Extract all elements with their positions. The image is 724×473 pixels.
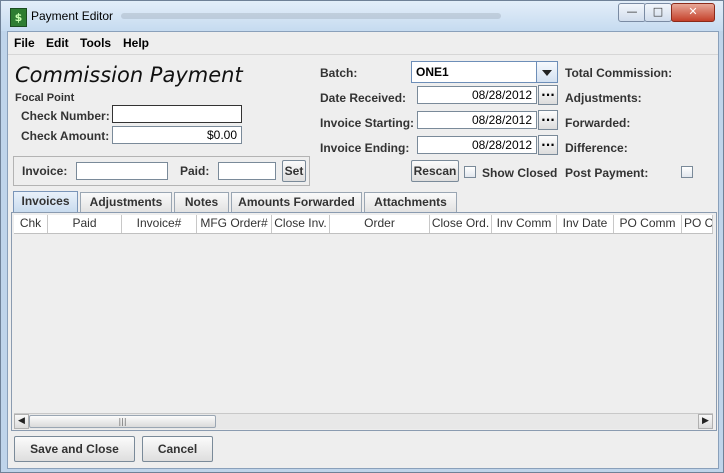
batch-label: Batch:: [320, 66, 358, 80]
post-payment-label: Post Payment:: [565, 166, 649, 180]
check-amount-label: Check Amount:: [21, 129, 110, 143]
set-button[interactable]: Set: [282, 160, 306, 182]
column-header-inv-date[interactable]: Inv Date: [557, 215, 614, 233]
batch-value: ONE1: [416, 65, 449, 79]
scroll-right-icon[interactable]: ▶: [698, 414, 713, 429]
forwarded-label: Forwarded:: [565, 116, 631, 130]
tab-amounts-forwarded[interactable]: Amounts Forwarded: [231, 192, 362, 212]
invoice-starting-picker-button[interactable]: ...: [538, 110, 558, 130]
show-closed-label: Show Closed: [482, 166, 558, 180]
payment-editor-window: $ Payment Editor — □ ✕ File Edit Tools H…: [0, 0, 724, 473]
tab-attachments[interactable]: Attachments: [364, 192, 457, 212]
maximize-button[interactable]: □: [644, 3, 672, 22]
customer-name: Focal Point: [15, 92, 75, 104]
horizontal-scrollbar[interactable]: ◀ ||| ▶: [14, 413, 713, 429]
menu-file[interactable]: File: [14, 36, 35, 50]
title-bar[interactable]: $ Payment Editor — □ ✕: [1, 1, 723, 31]
paid-label: Paid:: [180, 164, 210, 178]
menu-tools[interactable]: Tools: [80, 36, 111, 50]
tab-notes[interactable]: Notes: [174, 192, 229, 212]
column-header-inv-comm[interactable]: Inv Comm: [492, 215, 557, 233]
tab-strip: Invoices Adjustments Notes Amounts Forwa…: [11, 191, 715, 213]
column-header-close-inv[interactable]: Close Inv.: [272, 215, 330, 233]
column-header-po-co[interactable]: PO Co: [682, 215, 713, 233]
tab-adjustments[interactable]: Adjustments: [80, 192, 172, 212]
column-header-po-comm[interactable]: PO Comm: [614, 215, 682, 233]
close-icon: ✕: [688, 5, 698, 18]
column-header-close-ord[interactable]: Close Ord.: [430, 215, 492, 233]
blurred-title-extra: [121, 13, 501, 19]
client-area: File Edit Tools Help Commission Payment …: [7, 31, 719, 469]
column-header-paid[interactable]: Paid: [48, 215, 122, 233]
check-amount-field[interactable]: $0.00: [112, 126, 242, 144]
cancel-button[interactable]: Cancel: [142, 436, 213, 462]
invoice-label: Invoice:: [22, 164, 68, 178]
menu-bar: File Edit Tools Help: [8, 32, 718, 55]
close-button[interactable]: ✕: [671, 3, 715, 22]
check-number-label: Check Number:: [21, 109, 110, 123]
paid-field[interactable]: [218, 162, 276, 180]
invoice-ending-picker-button[interactable]: ...: [538, 135, 558, 155]
invoice-field[interactable]: [76, 162, 168, 180]
menu-edit[interactable]: Edit: [46, 36, 69, 50]
menu-help[interactable]: Help: [123, 36, 149, 50]
minimize-button[interactable]: —: [618, 3, 646, 22]
date-received-picker-button[interactable]: ...: [538, 85, 558, 105]
batch-select[interactable]: ONE1: [411, 61, 558, 83]
date-received-label: Date Received:: [320, 91, 407, 105]
dollar-app-icon: $: [10, 8, 27, 27]
date-received-field[interactable]: 08/28/2012: [417, 86, 537, 104]
invoices-tab-panel: Chk Paid Invoice# MFG Order# Close Inv. …: [11, 212, 717, 431]
adjustments-label: Adjustments:: [565, 91, 642, 105]
scroll-left-icon[interactable]: ◀: [14, 414, 29, 429]
invoice-ending-field[interactable]: 08/28/2012: [417, 136, 537, 154]
chevron-down-icon[interactable]: [536, 62, 557, 82]
invoice-table-header: Chk Paid Invoice# MFG Order# Close Inv. …: [14, 215, 713, 234]
invoice-ending-label: Invoice Ending:: [320, 141, 410, 155]
column-header-order[interactable]: Order: [330, 215, 430, 233]
column-header-invoice[interactable]: Invoice#: [122, 215, 197, 233]
maximize-icon: □: [652, 5, 664, 18]
difference-label: Difference:: [565, 141, 628, 155]
minimize-icon: —: [626, 5, 638, 18]
total-commission-label: Total Commission:: [565, 66, 673, 80]
rescan-button[interactable]: Rescan: [411, 160, 459, 182]
column-header-chk[interactable]: Chk: [14, 215, 48, 233]
scroll-thumb[interactable]: |||: [29, 415, 216, 428]
save-and-close-button[interactable]: Save and Close: [14, 436, 135, 462]
column-header-mfg-order[interactable]: MFG Order#: [197, 215, 272, 233]
invoice-starting-label: Invoice Starting:: [320, 116, 415, 130]
page-title: Commission Payment: [15, 63, 243, 87]
check-number-field[interactable]: [112, 105, 242, 123]
tab-invoices[interactable]: Invoices: [13, 191, 78, 213]
post-payment-checkbox[interactable]: [681, 166, 693, 178]
show-closed-checkbox[interactable]: [464, 166, 476, 178]
invoice-starting-field[interactable]: 08/28/2012: [417, 111, 537, 129]
window-title: Payment Editor: [31, 9, 114, 23]
invoice-paid-panel: Invoice: Paid: Set: [13, 156, 310, 186]
